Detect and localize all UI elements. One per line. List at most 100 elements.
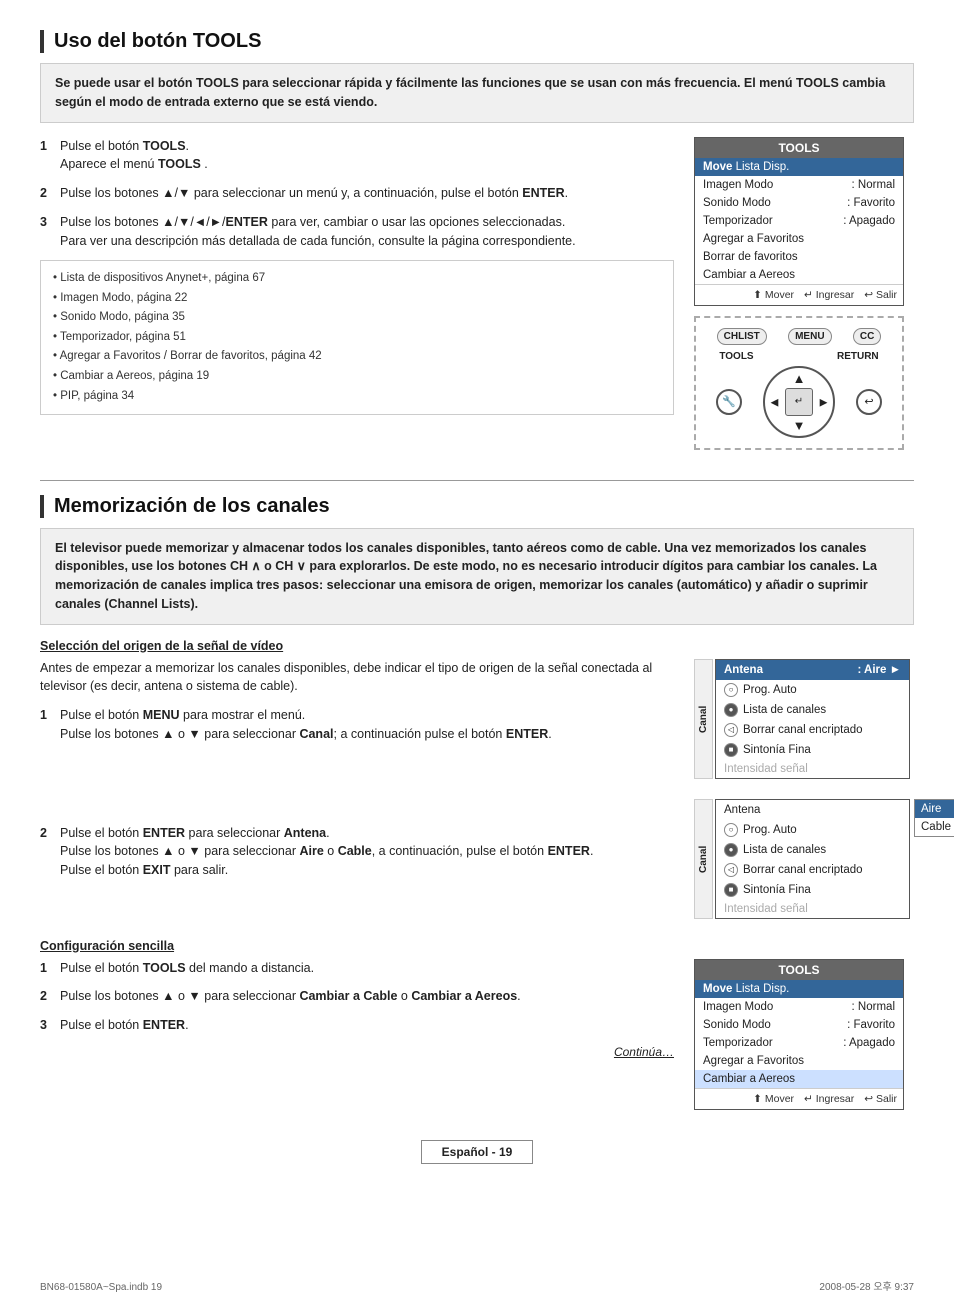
tools-menu-item-sonido: Sonido Modo : Favorito <box>695 194 903 212</box>
tools2-footer-mover: ⬆ Mover <box>753 1093 794 1105</box>
submenu-aire: Aire <box>915 800 954 818</box>
tools2-footer-ingresar: ↵ Ingresar <box>804 1093 854 1105</box>
tools-item-value: : Apagado <box>843 215 895 227</box>
tools-menu-item-imagen: Imagen Modo : Normal <box>695 176 903 194</box>
canal-item-sintonia2: ■ Sintonía Fina <box>716 880 909 900</box>
s2b-step2: 2 Pulse los botones ▲ o ▼ para seleccion… <box>40 987 674 1006</box>
tools-footer-salir: ↩ Salir <box>864 289 897 301</box>
subsection1-img-col: Canal Antena : Aire ► ○ Prog. Auto <box>694 659 914 919</box>
subsection1-intro: Antes de empezar a memorizar los canales… <box>40 659 674 697</box>
subsection2-text-col: 1 Pulse el botón TOOLS del mando a dista… <box>40 959 674 1110</box>
tools2-sonido-value: : Favorito <box>847 1019 895 1031</box>
bullet-item: • Imagen Modo, página 22 <box>53 289 661 309</box>
bullet-item: • Lista de dispositivos Anynet+, página … <box>53 269 661 289</box>
tools2-temp-value: : Apagado <box>843 1037 895 1049</box>
canal-item-lista: ● Lista de canales <box>716 700 909 720</box>
tools2-imagen-value: : Normal <box>852 1001 895 1013</box>
submenu-cable: Cable <box>915 818 954 836</box>
tools2-item-imagen: Imagen Modo : Normal <box>695 998 903 1016</box>
subsection1-text-col: Antes de empezar a memorizar los canales… <box>40 659 674 919</box>
prog-icon: ○ <box>724 683 738 697</box>
cc-btn[interactable]: CC <box>853 328 881 345</box>
s2-step1: 1 Pulse el botón MENU para mostrar el me… <box>40 706 674 744</box>
remote-middle-row: TOOLS RETURN <box>706 351 892 362</box>
tools-menu-title: TOOLS <box>695 138 903 158</box>
tools2-item-agregar: Agregar a Favoritos <box>695 1052 903 1070</box>
tools2-agregar-label: Agregar a Favoritos <box>703 1055 804 1067</box>
canal-antena-label: Antena <box>724 664 763 676</box>
s2-step1-text: Pulse el botón MENU para mostrar el menú… <box>60 706 552 744</box>
tools-item-label: Borrar de favoritos <box>703 251 798 263</box>
tools-item-label: Agregar a Favoritos <box>703 233 804 245</box>
subsection2-header: Configuración sencilla <box>40 939 914 953</box>
tools-footer-ingresar: ↵ Ingresar <box>804 289 854 301</box>
file-info: BN68-01580A~Spa.indb 19 <box>40 1282 162 1293</box>
section1-content: 1 Pulse el botón TOOLS. Aparece el menú … <box>40 137 914 450</box>
s2b-step3: 3 Pulse el botón ENTER. <box>40 1016 674 1035</box>
canal-item-prog: ○ Prog. Auto <box>716 680 909 700</box>
tools-item-label: Temporizador <box>703 215 773 227</box>
tools2-cambiar-label: Cambiar a Aereos <box>703 1073 795 1085</box>
tools-menu-item-temp: Temporizador : Apagado <box>695 212 903 230</box>
canal-menu2-wrapper: Antena ○ Prog. Auto ● Lista de canales <box>715 799 910 919</box>
nav-circle: ▲ ▼ ◄ ► ↵ <box>763 366 835 438</box>
page-label: Español - 19 <box>421 1140 534 1164</box>
menu-btn[interactable]: MENU <box>788 328 831 345</box>
step1-text: Pulse el botón TOOLS. Aparece el menú TO… <box>60 137 208 175</box>
canal-item-sintonia: ■ Sintonía Fina <box>716 740 909 760</box>
tools-item-label: Cambiar a Aereos <box>703 269 795 281</box>
tools-menu2-title: TOOLS <box>695 960 903 980</box>
step2-num: 2 <box>40 184 52 203</box>
tools-icon[interactable]: 🔧 <box>716 389 742 415</box>
nav-left[interactable]: ◄ <box>768 394 781 409</box>
tools2-temp-label: Temporizador <box>703 1037 773 1049</box>
enter-btn[interactable]: ↵ <box>785 388 813 416</box>
subsection1-header: Selección del origen de la señal de víde… <box>40 639 914 653</box>
tools2-item-sonido: Sonido Modo : Favorito <box>695 1016 903 1034</box>
tools-menu-widget: TOOLS Move Lista Disp. Imagen Modo : Nor… <box>694 137 904 306</box>
section1-header: Uso del botón TOOLS <box>40 30 914 53</box>
bullet-item: • Cambiar a Aereos, página 19 <box>53 367 661 387</box>
tools-item-label: Move Lista Disp. <box>703 161 789 173</box>
section-divider <box>40 480 914 481</box>
section1-text-col: 1 Pulse el botón TOOLS. Aparece el menú … <box>40 137 674 450</box>
tools2-item-temp: Temporizador : Apagado <box>695 1034 903 1052</box>
s2-step2: 2 Pulse el botón ENTER para seleccionar … <box>40 824 674 880</box>
canal-antena-row2: Antena <box>716 800 909 820</box>
tools-menu2-widget: TOOLS Move Lista Disp. Imagen Modo : Nor… <box>694 959 904 1110</box>
step2: 2 Pulse los botones ▲/▼ para seleccionar… <box>40 184 674 203</box>
tools2-menu-footer: ⬆ Mover ↵ Ingresar ↩ Salir <box>695 1088 903 1109</box>
canal-menu1: Antena : Aire ► ○ Prog. Auto ● Lista de … <box>715 659 910 779</box>
section1-img-col: TOOLS Move Lista Disp. Imagen Modo : Nor… <box>694 137 914 450</box>
remote-top-row: CHLIST MENU CC <box>706 328 892 345</box>
tools-item-label: Sonido Modo <box>703 197 771 209</box>
s2b-step3-num: 3 <box>40 1016 52 1035</box>
nav-down[interactable]: ▼ <box>793 418 806 433</box>
subsection2-img-col: TOOLS Move Lista Disp. Imagen Modo : Nor… <box>694 959 914 1110</box>
subsection1-content: Antes de empezar a memorizar los canales… <box>40 659 914 919</box>
chlist-btn[interactable]: CHLIST <box>717 328 767 345</box>
s2b-step1: 1 Pulse el botón TOOLS del mando a dista… <box>40 959 674 978</box>
tools2-sonido-label: Sonido Modo <box>703 1019 771 1031</box>
step3-text: Pulse los botones ▲/▼/◄/►/ENTER para ver… <box>60 213 576 251</box>
step1: 1 Pulse el botón TOOLS. Aparece el menú … <box>40 137 674 175</box>
remote-widget: CHLIST MENU CC TOOLS RETURN 🔧 <box>694 316 904 450</box>
nav-up[interactable]: ▲ <box>793 371 806 386</box>
sintonia-icon: ■ <box>724 743 738 757</box>
tools2-imagen-label: Imagen Modo <box>703 1001 773 1013</box>
bullet-list: • Lista de dispositivos Anynet+, página … <box>40 260 674 415</box>
s2b-step3-text: Pulse el botón ENTER. <box>60 1016 189 1035</box>
section1-intro: Se puede usar el botón TOOLS para selecc… <box>40 63 914 123</box>
lista-icon: ● <box>724 703 738 717</box>
sintonia-icon2: ■ <box>724 883 738 897</box>
s2-step2-num: 2 <box>40 824 52 880</box>
return-icon[interactable]: ↩ <box>856 389 882 415</box>
s2b-step2-text: Pulse los botones ▲ o ▼ para seleccionar… <box>60 987 521 1006</box>
tools-menu-item-cambiar: Cambiar a Aereos <box>695 266 903 284</box>
section2-intro: El televisor puede memorizar y almacenar… <box>40 528 914 625</box>
tools-menu-item-lista: Move Lista Disp. <box>695 158 903 176</box>
tools2-lista-label: Move Lista Disp. <box>703 983 789 995</box>
nav-right[interactable]: ► <box>817 394 830 409</box>
section1-title: Uso del botón TOOLS <box>54 30 261 52</box>
section2-title: Memorización de los canales <box>54 495 330 517</box>
